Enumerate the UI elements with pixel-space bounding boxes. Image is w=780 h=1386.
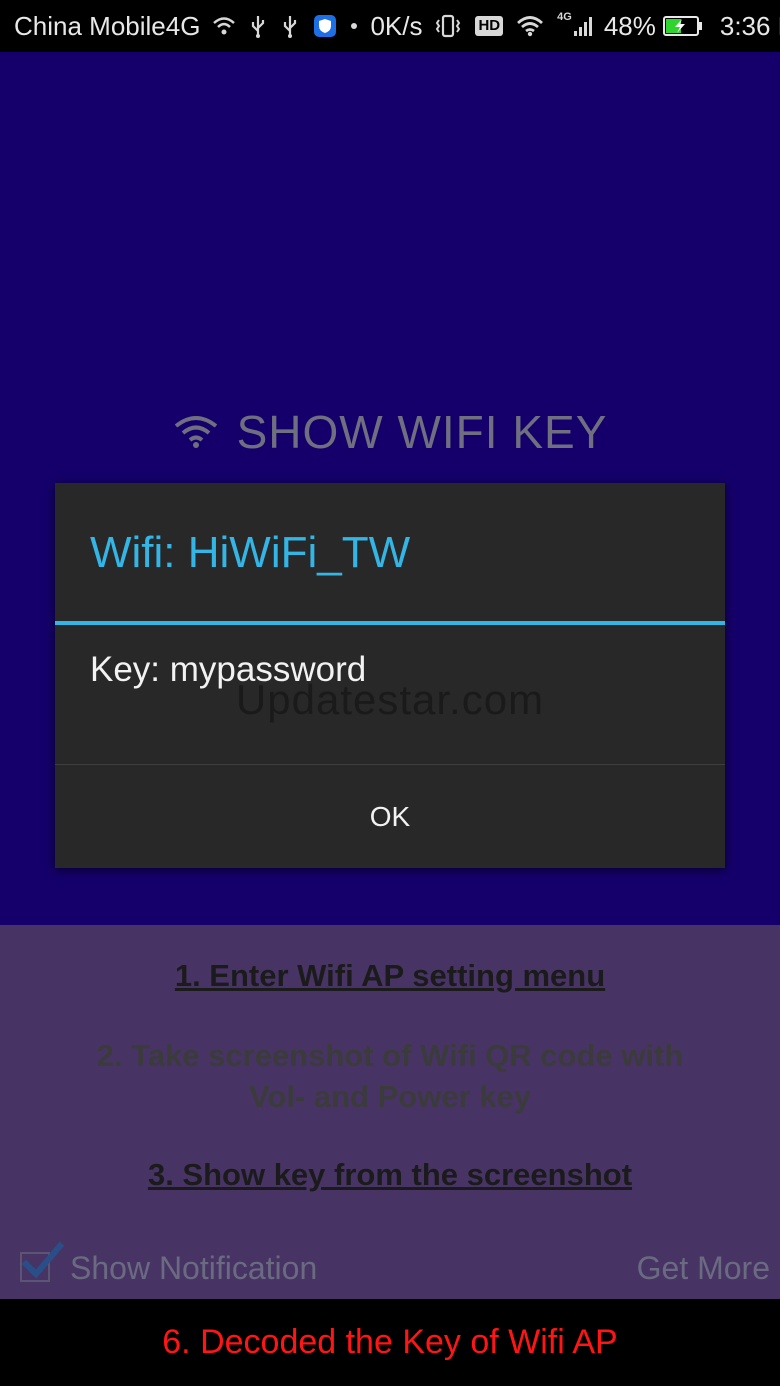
wifi-icon-title <box>173 405 219 459</box>
hd-label: HD <box>475 16 504 36</box>
dialog-message: Key: mypassword <box>90 650 367 689</box>
checkmark-icon <box>21 1241 64 1279</box>
usb-icon-2 <box>281 14 299 38</box>
status-bar: China Mobile4G 0K/s HD 4G 48% 3:36 PM <box>0 0 780 52</box>
app-title: SHOW WIFI KEY <box>0 405 780 459</box>
dialog-title-text: Wifi: HiWiFi_TW <box>90 528 411 577</box>
wifi-icon <box>517 15 544 37</box>
dialog-title-divider <box>55 621 725 625</box>
step-show-key-link[interactable]: 3. Show key from the screenshot <box>0 1154 780 1195</box>
show-notification-checkbox[interactable] <box>20 1241 64 1282</box>
cellular-signal-icon: 4G <box>557 11 593 37</box>
step-take-screenshot: 2. Take screenshot of Wifi QR code with … <box>0 1035 780 1117</box>
caption-banner: 6. Decoded the Key of Wifi AP <box>0 1299 780 1386</box>
battery-level: 48% <box>603 10 656 41</box>
dialog-title: Wifi: HiWiFi_TW <box>90 528 410 578</box>
show-notification-label[interactable]: Show Notification <box>70 1250 317 1287</box>
network-type: 4G <box>557 11 572 23</box>
step-take-screenshot-text: 2. Take screenshot of Wifi QR code with … <box>96 1038 684 1114</box>
usb-icon <box>249 14 267 38</box>
network-speed: 0K/s <box>370 10 423 41</box>
wifi-weak-icon <box>213 16 236 36</box>
vibrate-icon <box>435 14 461 38</box>
ok-button[interactable]: OK <box>55 765 725 868</box>
clock: 3:36 PM <box>719 10 780 41</box>
dot-icon <box>351 23 358 29</box>
caption-text: 6. Decoded the Key of Wifi AP <box>162 1323 618 1361</box>
step-enter-wifi-ap-link[interactable]: 1. Enter Wifi AP setting menu <box>0 955 780 996</box>
carrier-label: China Mobile4G <box>14 10 201 41</box>
get-more-button[interactable]: Get More <box>637 1250 770 1287</box>
battery-charging-icon <box>662 15 703 37</box>
hd-icon: HD <box>475 16 504 36</box>
shield-icon <box>313 14 337 38</box>
app-title-text: SHOW WIFI KEY <box>236 406 608 458</box>
